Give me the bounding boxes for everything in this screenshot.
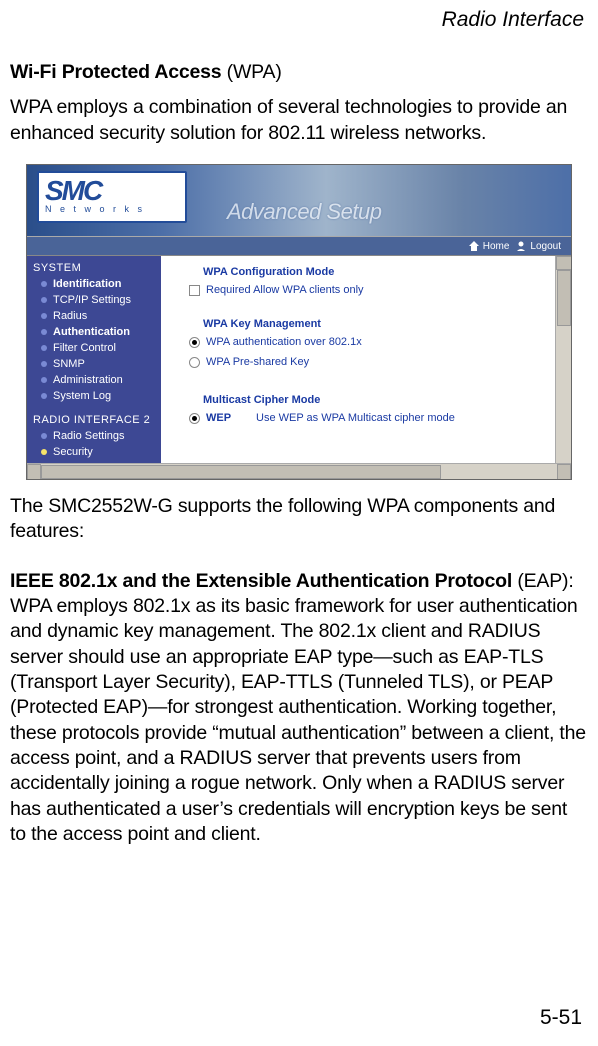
intro-title-bold: Wi-Fi Protected Access (10, 61, 221, 83)
page-heading: Advanced Setup (227, 199, 381, 225)
sidebar: SYSTEM Identification TCP/IP Settings Ra… (27, 256, 161, 480)
radio-label: WPA authentication over 802.1x (206, 336, 362, 348)
sidebar-label: System Log (53, 390, 111, 402)
page-number: 5-51 (540, 1006, 582, 1030)
intro-title-line: Wi-Fi Protected Access (WPA) (10, 60, 588, 85)
bullet-icon (41, 361, 47, 367)
sidebar-label: TCP/IP Settings (53, 294, 131, 306)
radio-label-desc: Use WEP as WPA Multicast cipher mode (256, 412, 455, 424)
logout-icon (515, 240, 527, 252)
radio-wep-cipher[interactable]: WEP Use WEP as WPA Multicast cipher mode (189, 412, 569, 424)
sidebar-head-radio: RADIO INTERFACE 2 (27, 410, 161, 428)
radio-icon[interactable] (189, 337, 200, 348)
bullet-icon (41, 345, 47, 351)
radio-preshared-key[interactable]: WPA Pre-shared Key (189, 356, 569, 368)
sidebar-item-syslog[interactable]: System Log (27, 388, 161, 404)
section-multicast-cipher: Multicast Cipher Mode (203, 394, 569, 406)
sidebar-item-authentication[interactable]: Authentication (27, 324, 161, 340)
running-header: Radio Interface (10, 8, 584, 32)
main-row: SYSTEM Identification TCP/IP Settings Ra… (27, 256, 571, 480)
sidebar-item-snmp[interactable]: SNMP (27, 356, 161, 372)
post2-bold: IEEE 802.1x and the Extensible Authentic… (10, 570, 512, 592)
scroll-thumb[interactable] (557, 270, 571, 326)
radio-label-short: WEP (206, 412, 250, 424)
sidebar-label: Administration (53, 374, 123, 386)
intro-body: WPA employs a combination of several tec… (10, 95, 588, 146)
embedded-screenshot: SMC N e t w o r k s Advanced Setup Home … (26, 164, 572, 480)
radio-icon[interactable] (189, 357, 200, 368)
logo-main: SMC (45, 180, 185, 202)
intro-title-paren: (WPA) (221, 61, 281, 83)
sidebar-label: Radius (53, 310, 87, 322)
home-label: Home (483, 241, 510, 252)
sidebar-label: Security (53, 446, 93, 458)
checkbox-icon[interactable] (189, 285, 200, 296)
post2-body: WPA employs 802.1x as its basic framewor… (10, 595, 586, 845)
sidebar-label: Identification (53, 278, 121, 290)
checkbox-required[interactable]: Required Allow WPA clients only (189, 284, 569, 296)
scroll-right-button[interactable] (557, 464, 571, 480)
home-icon (468, 240, 480, 252)
bullet-icon (41, 449, 47, 455)
section-wpa-key-mgmt: WPA Key Management (203, 318, 569, 330)
logo-sub: N e t w o r k s (45, 204, 185, 214)
horizontal-scrollbar[interactable] (27, 463, 571, 479)
post-para-1: The SMC2552W-G supports the following WP… (10, 494, 588, 545)
sidebar-item-radius[interactable]: Radius (27, 308, 161, 324)
bullet-icon (41, 313, 47, 319)
sidebar-item-security[interactable]: Security (27, 444, 161, 460)
content-pane: WPA Configuration Mode Required Allow WP… (161, 256, 571, 480)
bullet-icon (41, 329, 47, 335)
radio-label: WPA Pre-shared Key (206, 356, 309, 368)
logo: SMC N e t w o r k s (37, 171, 187, 223)
bullet-icon (41, 393, 47, 399)
section-wpa-config: WPA Configuration Mode (203, 266, 569, 278)
sidebar-item-radio-settings[interactable]: Radio Settings (27, 428, 161, 444)
logout-link[interactable]: Logout (515, 240, 561, 252)
scroll-left-button[interactable] (27, 464, 41, 480)
radio-auth-8021x[interactable]: WPA authentication over 802.1x (189, 336, 569, 348)
checkbox-label: Required Allow WPA clients only (206, 284, 364, 296)
bullet-icon (41, 297, 47, 303)
home-link[interactable]: Home (468, 240, 510, 252)
sidebar-label: Filter Control (53, 342, 116, 354)
radio-icon[interactable] (189, 413, 200, 424)
sidebar-label: Authentication (53, 326, 130, 338)
sidebar-head-system: SYSTEM (27, 258, 161, 276)
utility-bar: Home Logout (27, 237, 571, 256)
logout-label: Logout (530, 241, 561, 252)
sidebar-label: SNMP (53, 358, 85, 370)
scroll-hthumb[interactable] (41, 465, 441, 479)
app-topbar: SMC N e t w o r k s Advanced Setup (27, 165, 571, 237)
sidebar-item-filter[interactable]: Filter Control (27, 340, 161, 356)
bullet-icon (41, 377, 47, 383)
sidebar-label: Radio Settings (53, 430, 125, 442)
bullet-icon (41, 433, 47, 439)
scroll-up-button[interactable] (556, 256, 572, 270)
sidebar-item-identification[interactable]: Identification (27, 276, 161, 292)
post2-paren: (EAP): (512, 570, 573, 592)
sidebar-item-tcpip[interactable]: TCP/IP Settings (27, 292, 161, 308)
post-para-2: IEEE 802.1x and the Extensible Authentic… (10, 569, 588, 848)
vertical-scrollbar[interactable] (555, 256, 571, 480)
bullet-icon (41, 281, 47, 287)
sidebar-item-admin[interactable]: Administration (27, 372, 161, 388)
